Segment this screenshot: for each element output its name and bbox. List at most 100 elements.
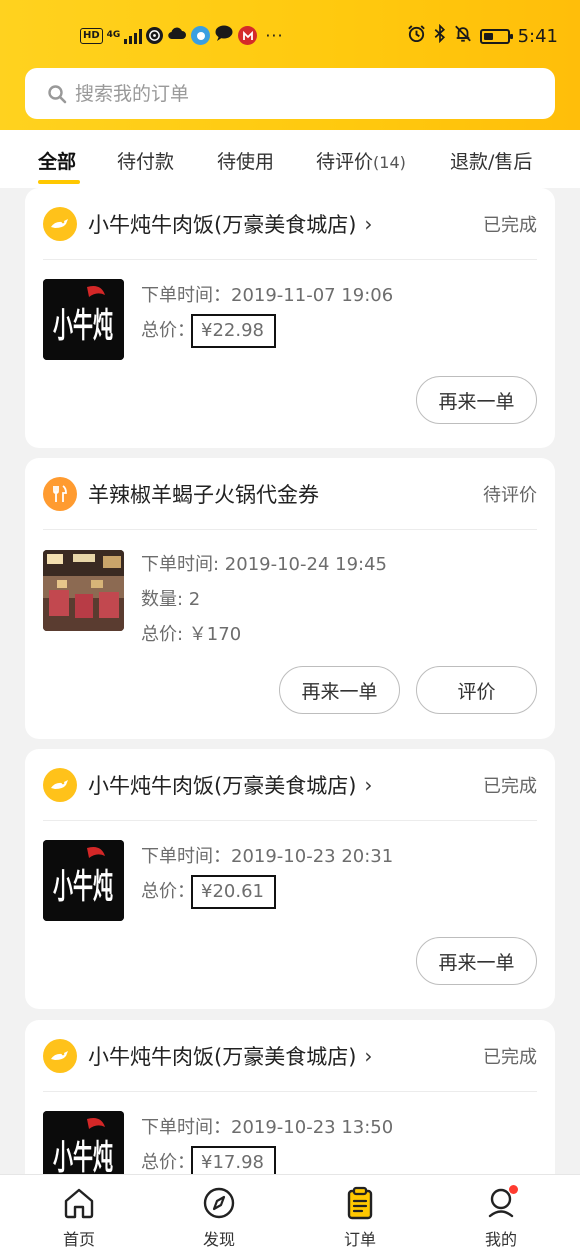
cloud-icon	[167, 25, 187, 46]
orders-icon	[347, 1186, 373, 1220]
order-status: 已完成	[483, 1046, 537, 1068]
order-quantity-label: 数量:	[141, 589, 189, 610]
nav-label: 发现	[202, 1230, 235, 1249]
nav-label: 我的	[484, 1230, 517, 1249]
delivery-icon	[43, 206, 77, 241]
bank-app-icon	[238, 26, 258, 45]
tab-label: 待评价	[316, 151, 374, 173]
order-status: 已完成	[483, 775, 537, 797]
order-price: ¥17.98	[191, 1146, 276, 1174]
order-price: ¥20.61	[191, 875, 276, 909]
tab-all[interactable]: 全部	[38, 147, 76, 174]
shop-name[interactable]: 羊辣椒羊蝎子火锅代金券	[88, 479, 319, 509]
chevron-right-icon[interactable]: ›	[364, 1044, 372, 1068]
tab-refund[interactable]: 退款/售后	[450, 147, 532, 174]
order-info: 下单时间：2019-11-07 19:06 总价： ¥22.98	[141, 278, 393, 348]
status-right: 5:41	[407, 23, 558, 48]
nav-home[interactable]: 首页	[39, 1185, 119, 1250]
shop-name[interactable]: 小牛炖牛肉饭(万豪美食城店)	[88, 770, 356, 800]
order-price-label: 总价：	[141, 1152, 195, 1173]
delivery-icon	[43, 767, 77, 802]
chevron-right-icon[interactable]: ›	[364, 212, 372, 236]
order-quantity: 2	[188, 589, 201, 610]
logo-text: 小牛炖	[53, 1138, 113, 1174]
order-card[interactable]: 羊辣椒羊蝎子火锅代金券 待评价 下单时间: 2019-10-24 19:45 数	[25, 458, 555, 739]
reorder-button[interactable]: 再来一单	[416, 376, 537, 424]
shop-logo[interactable]: 小牛炖	[43, 1111, 124, 1174]
tab-label: 待使用	[217, 151, 275, 173]
order-info: 下单时间：2019-10-23 13:50 总价： ¥17.98	[141, 1110, 393, 1174]
tab-label: 待付款	[117, 151, 175, 173]
order-price: ￥170	[188, 624, 242, 645]
order-list[interactable]: 小牛炖牛肉饭(万豪美食城店) › 已完成 小牛炖 下单时间：2019-11-07…	[0, 188, 580, 1174]
order-price-label: 总价：	[141, 320, 195, 341]
order-time-label: 下单时间:	[141, 554, 225, 575]
search-bar[interactable]	[25, 68, 555, 119]
order-card[interactable]: 小牛炖牛肉饭(万豪美食城店) › 已完成 小牛炖 下单时间：2019-11-07…	[25, 188, 555, 448]
order-card-header[interactable]: 羊辣椒羊蝎子火锅代金券 待评价	[43, 458, 537, 530]
tab-count-badge: (14)	[373, 153, 406, 172]
order-card-header[interactable]: 小牛炖牛肉饭(万豪美食城店) › 已完成	[43, 188, 537, 260]
order-time: 2019-11-07 19:06	[231, 285, 394, 306]
signal-icon	[124, 28, 143, 44]
status-bar: HD 4G ··· 5:41	[0, 0, 580, 70]
shop-name[interactable]: 小牛炖牛肉饭(万豪美食城店)	[88, 209, 356, 239]
order-info: 下单时间：2019-10-23 20:31 总价： ¥20.61	[141, 839, 393, 909]
order-time-row: 下单时间：2019-11-07 19:06	[141, 278, 393, 313]
compass-icon	[203, 1187, 235, 1219]
tab-pending-use[interactable]: 待使用	[217, 147, 274, 174]
hd-indicator: HD	[80, 27, 103, 44]
order-card-header[interactable]: 小牛炖牛肉饭(万豪美食城店) › 已完成	[43, 1020, 537, 1092]
order-price-label: 总价：	[141, 881, 195, 902]
alarm-icon	[407, 24, 426, 48]
nav-label: 订单	[343, 1230, 376, 1249]
nav-profile[interactable]: 我的	[461, 1185, 541, 1250]
order-price-row: 总价： ¥22.98	[141, 313, 393, 348]
home-icon	[64, 1188, 94, 1219]
order-time-row: 下单时间：2019-10-23 20:31	[141, 839, 393, 874]
order-status: 待评价	[483, 484, 537, 506]
order-status: 已完成	[483, 214, 537, 236]
order-price: ¥22.98	[191, 314, 276, 348]
logo-text: 小牛炖	[53, 867, 113, 907]
order-price-row: 总价: ￥170	[141, 617, 387, 652]
order-quantity-row: 数量: 2	[141, 582, 387, 617]
nav-discover[interactable]: 发现	[179, 1185, 259, 1250]
order-time: 2019-10-24 19:45	[224, 554, 387, 575]
tab-pending-payment[interactable]: 待付款	[117, 147, 174, 174]
order-price-label: 总价:	[141, 624, 189, 645]
food-icon	[43, 476, 77, 511]
order-time-row: 下单时间：2019-10-23 13:50	[141, 1110, 393, 1145]
order-time-row: 下单时间: 2019-10-24 19:45	[141, 547, 387, 582]
mute-bell-icon	[454, 24, 472, 48]
shop-name[interactable]: 小牛炖牛肉饭(万豪美食城店)	[88, 1041, 356, 1071]
active-tab-indicator	[38, 180, 80, 184]
order-card[interactable]: 小牛炖牛肉饭(万豪美食城店) › 已完成 小牛炖 下单时间：2019-10-23…	[25, 749, 555, 1009]
order-time: 2019-10-23 13:50	[231, 1117, 394, 1138]
order-card[interactable]: 小牛炖牛肉饭(万豪美食城店) › 已完成 小牛炖 下单时间：2019-10-23…	[25, 1020, 555, 1174]
bluetooth-icon	[434, 23, 446, 48]
network-type: 4G	[106, 30, 121, 40]
review-button[interactable]: 评价	[416, 666, 537, 714]
battery-icon	[479, 28, 513, 44]
shop-logo[interactable]: 小牛炖	[43, 279, 124, 360]
reorder-button[interactable]: 再来一单	[416, 937, 537, 985]
tab-label: 全部	[38, 151, 77, 173]
shop-logo[interactable]: 小牛炖	[43, 840, 124, 921]
app-icon	[191, 26, 211, 45]
nav-label: 首页	[62, 1230, 95, 1249]
order-time-label: 下单时间：	[141, 1117, 231, 1138]
chevron-right-icon[interactable]: ›	[364, 773, 372, 797]
order-time-label: 下单时间：	[141, 285, 231, 306]
tab-label: 退款/售后	[450, 151, 533, 173]
reorder-button[interactable]: 再来一单	[279, 666, 400, 714]
nav-orders[interactable]: 订单	[320, 1185, 400, 1250]
tab-pending-review[interactable]: 待评价(14)	[316, 147, 406, 174]
restaurant-photo[interactable]	[43, 550, 124, 631]
notification-badge	[509, 1185, 518, 1194]
delivery-icon	[43, 1038, 77, 1073]
search-input[interactable]	[75, 82, 515, 105]
app-header: HD 4G ··· 5:41 搜索我的订单	[0, 0, 580, 130]
logo-text: 小牛炖	[53, 306, 113, 346]
order-card-header[interactable]: 小牛炖牛肉饭(万豪美食城店) › 已完成	[43, 749, 537, 821]
